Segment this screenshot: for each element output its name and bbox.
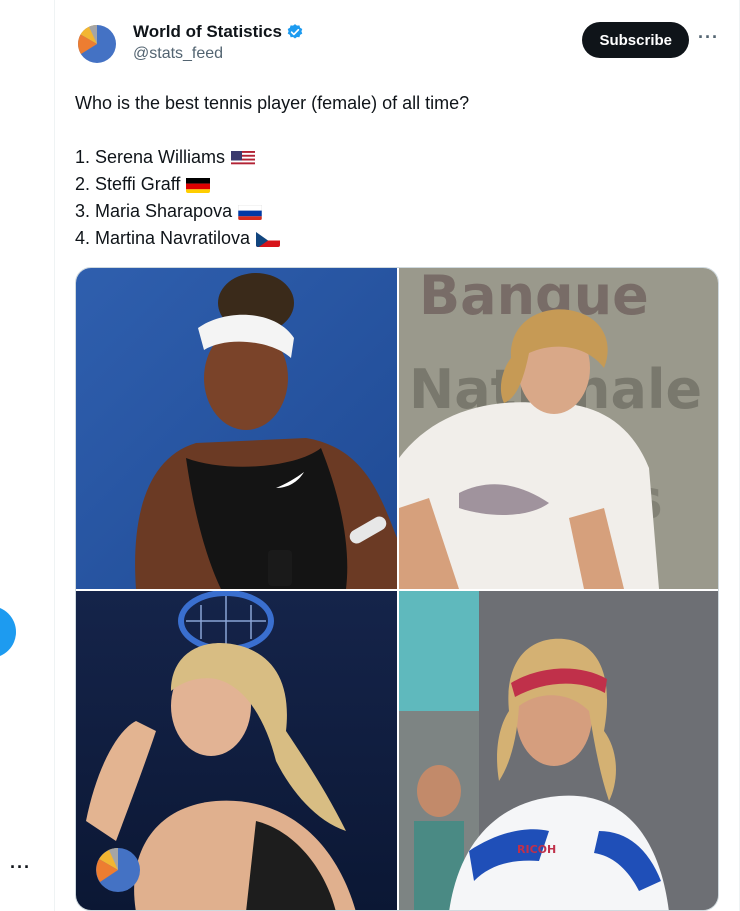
post-media-grid[interactable]: Banque Nationale aris [75,267,719,911]
subscribe-button[interactable]: Subscribe [582,22,689,58]
left-rail: ··· [0,0,54,911]
de-flag-icon [186,176,211,193]
ranking-item: 2. Steffi Graff [75,171,719,198]
author-info: World of Statistics @stats_feed [133,22,304,63]
post-question: Who is the best tennis player (female) o… [75,93,470,113]
verified-badge-icon [286,23,304,41]
serena-williams-photo[interactable] [76,268,397,589]
post-text: Who is the best tennis player (female) o… [75,90,719,252]
compose-post-button[interactable] [0,606,16,658]
svg-text:RICOH: RICOH [517,843,556,856]
author-handle[interactable]: @stats_feed [133,45,304,63]
ranking-label: 1. Serena Williams [75,147,226,167]
us-flag-icon [231,149,256,166]
author-avatar[interactable] [75,22,119,66]
post-more-icon[interactable]: ··· [698,28,719,46]
ranking-item: 3. Maria Sharapova [75,198,719,225]
martina-navratilova-photo[interactable]: RICOH [399,591,718,910]
pie-chart-watermark-icon [96,848,140,892]
post-column: World of Statistics @stats_feed Subscrib… [54,0,740,911]
ranking-item: 1. Serena Williams [75,144,719,171]
ru-flag-icon [238,203,263,220]
ranking-label: 2. Steffi Graff [75,174,181,194]
ranking-label: 3. Maria Sharapova [75,201,233,221]
ranking-label: 4. Martina Navratilova [75,228,251,248]
pie-chart-logo-icon [78,24,116,63]
ranking-item: 4. Martina Navratilova [75,225,719,252]
post-header: World of Statistics @stats_feed Subscrib… [75,20,719,68]
cz-flag-icon [256,230,281,247]
more-menu-button[interactable]: ··· [10,858,31,876]
author-display-name[interactable]: World of Statistics [133,22,282,42]
steffi-graf-photo[interactable]: Banque Nationale aris [399,268,718,589]
